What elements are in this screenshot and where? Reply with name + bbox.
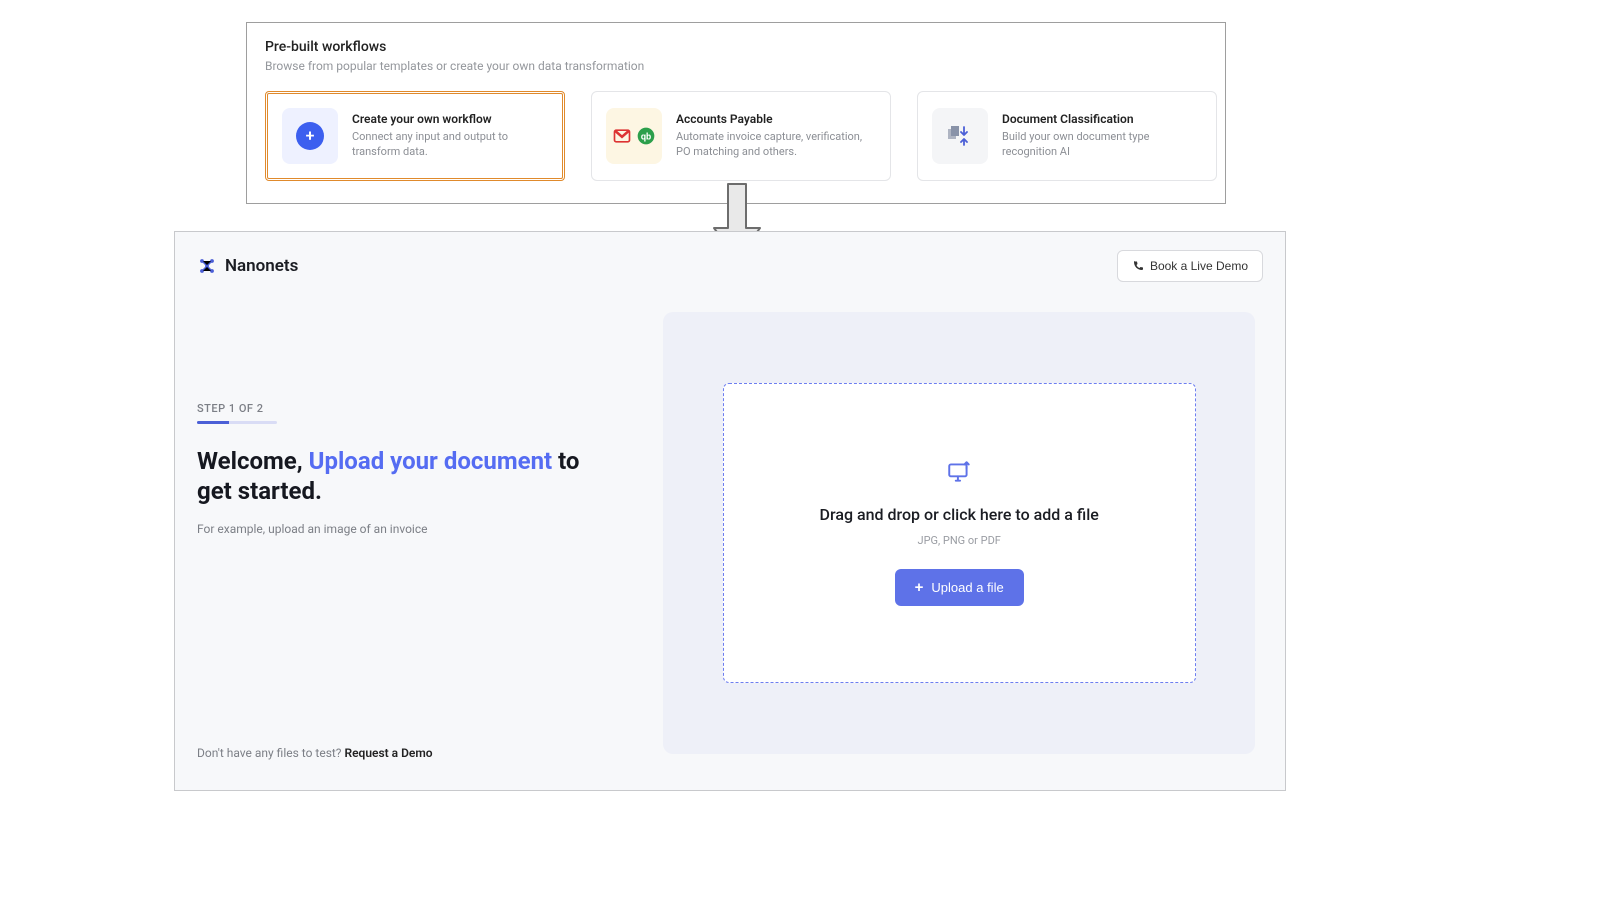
workflows-panel: Pre-built workflows Browse from popular … <box>246 22 1226 204</box>
drop-zone-title: Drag and drop or click here to add a fil… <box>820 505 1099 524</box>
upload-monitor-icon <box>946 459 972 485</box>
plus-icon: + <box>915 579 924 596</box>
brand-name: Nanonets <box>225 256 298 276</box>
card-title: Document Classification <box>1002 112 1202 126</box>
onboarding-panel: Nanonets Book a Live Demo STEP 1 OF 2 We… <box>174 231 1286 791</box>
welcome-heading: Welcome, Upload your document to get sta… <box>197 446 597 506</box>
card-desc: Connect any input and output to transfor… <box>352 130 548 160</box>
gmail-quickbooks-icon: qb <box>606 108 662 164</box>
upload-area: Drag and drop or click here to add a fil… <box>663 312 1255 754</box>
workflow-card-create-own[interactable]: + Create your own workflow Connect any i… <box>265 91 565 181</box>
step-label: STEP 1 OF 2 <box>197 402 633 415</box>
svg-text:qb: qb <box>641 132 651 142</box>
book-demo-label: Book a Live Demo <box>1150 259 1248 273</box>
brand: Nanonets <box>197 256 298 276</box>
workflow-card-doc-classification[interactable]: Document Classification Build your own d… <box>917 91 1217 181</box>
document-split-icon <box>932 108 988 164</box>
upload-file-label: Upload a file <box>931 580 1003 595</box>
drop-zone-formats: JPG, PNG or PDF <box>918 534 1001 547</box>
nanonets-logo-icon <box>197 256 217 276</box>
card-desc: Automate invoice capture, verification, … <box>676 130 876 160</box>
example-hint: For example, upload an image of an invoi… <box>197 522 633 536</box>
step-progress <box>197 421 277 424</box>
footer-note: Don't have any files to test? Request a … <box>197 746 433 760</box>
card-desc: Build your own document type recognition… <box>1002 130 1202 160</box>
upload-file-button[interactable]: + Upload a file <box>895 569 1024 606</box>
book-demo-button[interactable]: Book a Live Demo <box>1117 250 1263 282</box>
plus-circle-icon: + <box>282 108 338 164</box>
drop-zone[interactable]: Drag and drop or click here to add a fil… <box>723 383 1196 684</box>
workflow-card-accounts-payable[interactable]: qb Accounts Payable Automate invoice cap… <box>591 91 891 181</box>
workflows-subheading: Browse from popular templates or create … <box>265 59 1207 73</box>
workflows-heading: Pre-built workflows <box>265 39 1207 55</box>
request-demo-link[interactable]: Request a Demo <box>344 746 432 760</box>
card-title: Accounts Payable <box>676 112 876 126</box>
card-title: Create your own workflow <box>352 112 548 126</box>
phone-icon <box>1132 260 1144 272</box>
